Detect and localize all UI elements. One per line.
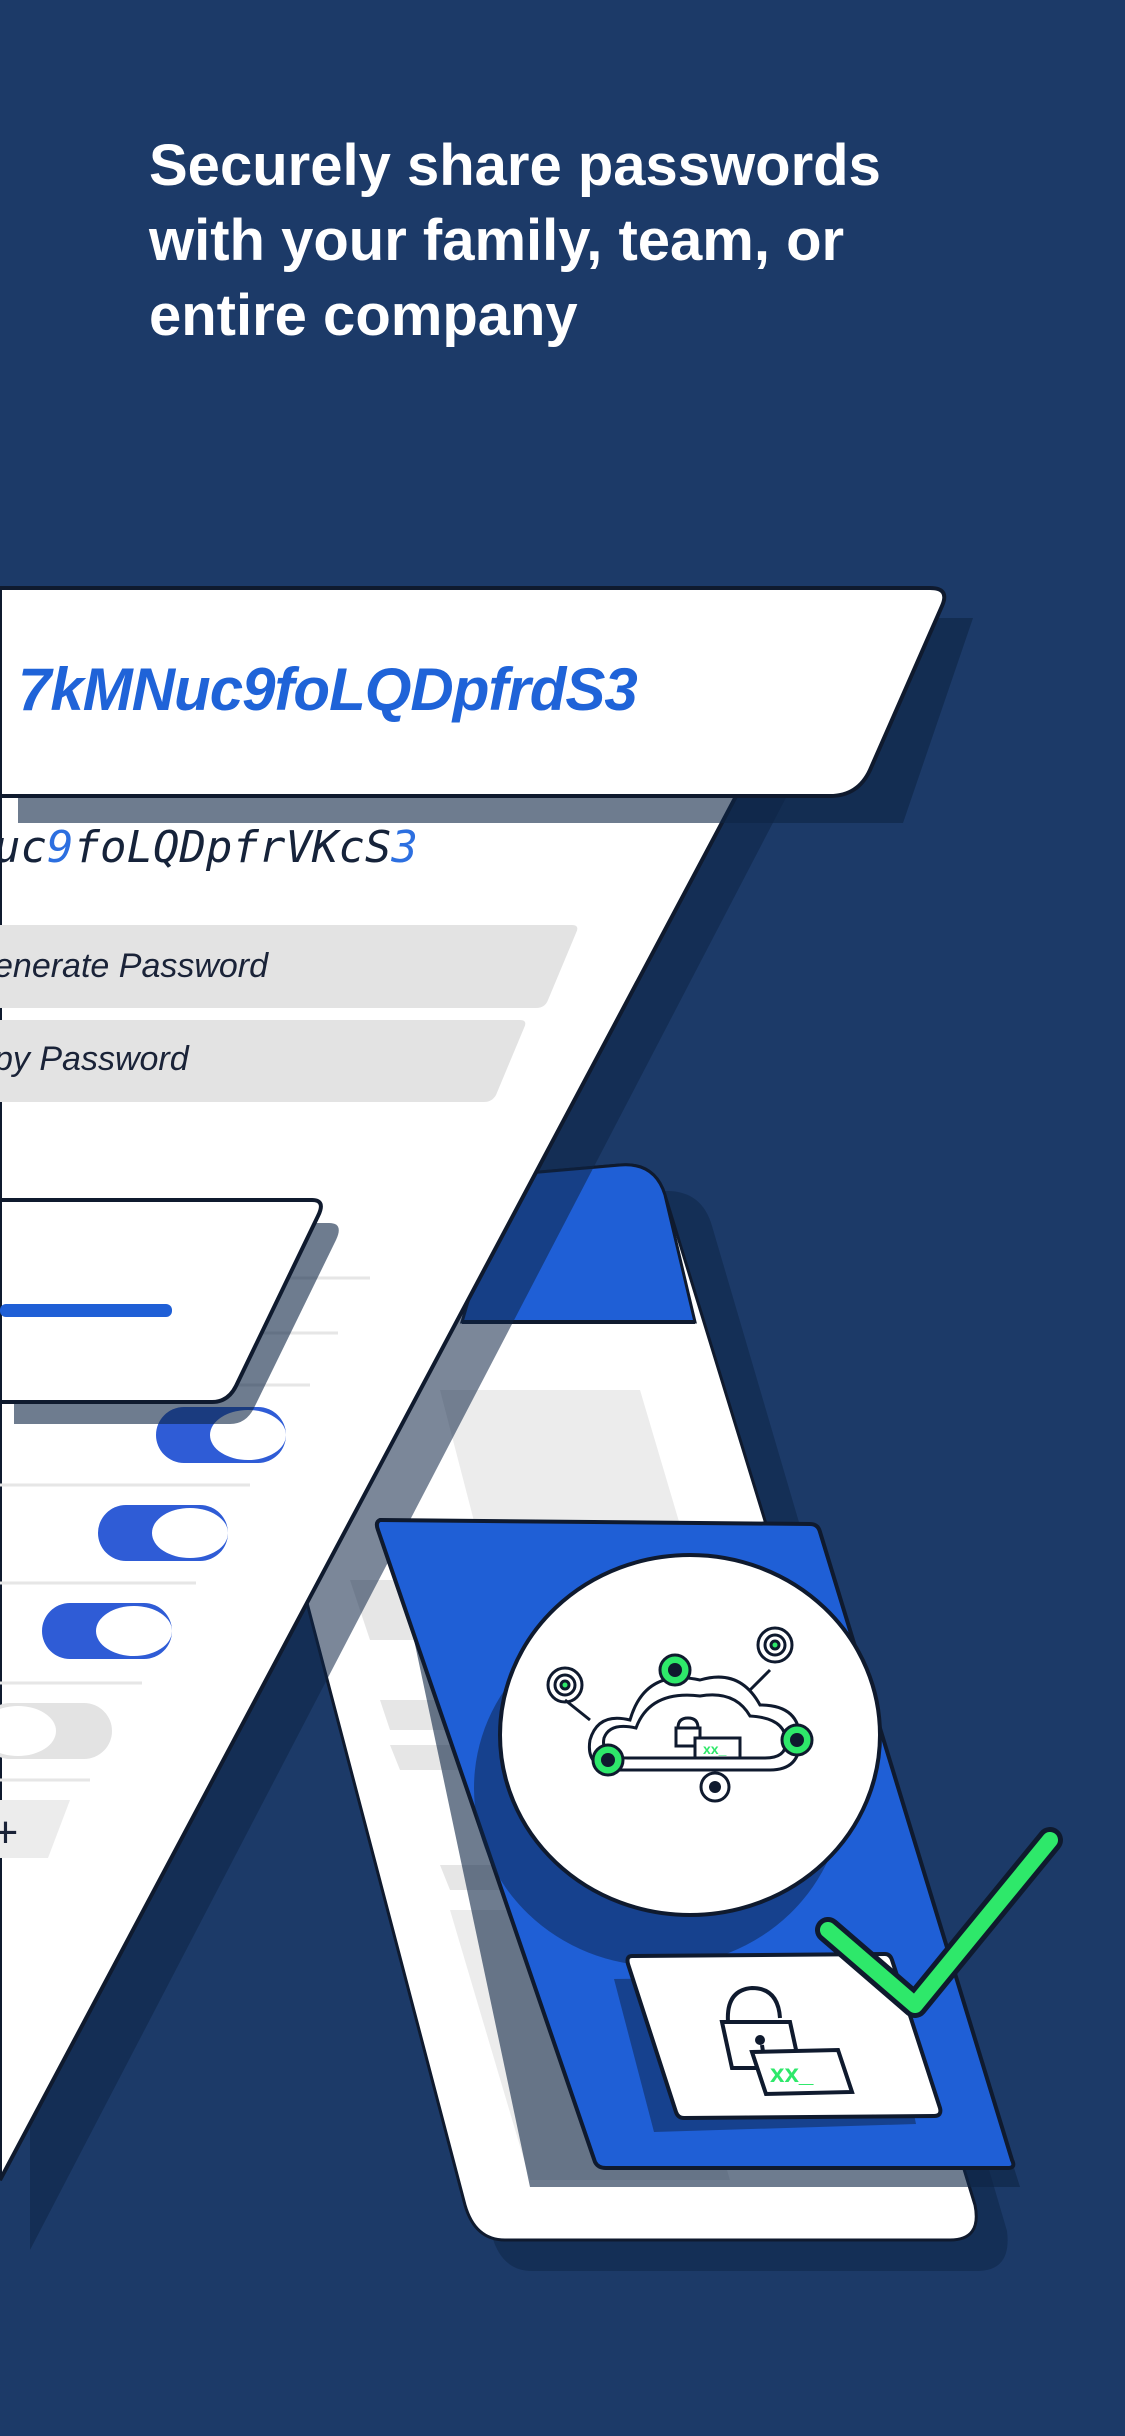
toggle-icon[interactable]	[98, 1505, 228, 1561]
password-part: foLQDpfrVKcS	[73, 822, 392, 873]
password-part-accent: 9	[46, 822, 74, 873]
generated-password-field[interactable]: uc9foLQDpfrVKcS3	[0, 822, 418, 873]
generated-password-large: 7kMNuc9foLQDpfrdS3	[18, 656, 638, 723]
password-part-accent: 3	[391, 822, 418, 873]
key-chip-text: xx_	[770, 2058, 814, 2088]
plus-icon[interactable]: +	[0, 1808, 18, 1858]
illustration: xx_ xx_	[0, 586, 1063, 2271]
generate-password-button[interactable]: enerate Password	[0, 947, 268, 986]
toggle-icon[interactable]	[0, 1703, 112, 1759]
key-chip-text: xx_	[703, 1741, 727, 1757]
password-part: uc	[0, 822, 47, 873]
toggle-icon[interactable]	[42, 1603, 172, 1659]
copy-password-button[interactable]: py Password	[0, 1040, 189, 1079]
